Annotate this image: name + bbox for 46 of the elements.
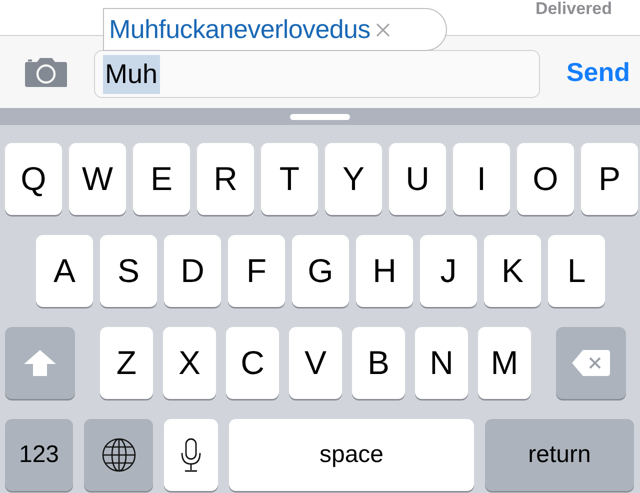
letter-key[interactable]: B (352, 327, 405, 399)
arrow-up-icon (23, 349, 57, 377)
letter-key[interactable]: G (292, 235, 349, 307)
letter-key[interactable]: J (420, 235, 477, 307)
letter-key[interactable]: H (356, 235, 413, 307)
letter-key[interactable]: M (478, 327, 531, 399)
globe-icon (102, 438, 136, 472)
message-text: Muh (103, 54, 160, 94)
letter-key[interactable]: A (36, 235, 93, 307)
drag-handle[interactable] (290, 114, 350, 120)
return-key[interactable]: return (485, 419, 634, 491)
microphone-icon (181, 438, 201, 472)
letter-key[interactable]: O (517, 143, 574, 215)
letter-key[interactable]: K (484, 235, 541, 307)
camera-icon[interactable] (24, 56, 68, 88)
letter-key[interactable]: F (228, 235, 285, 307)
autocorrect-bubble[interactable]: Muhfuckaneverlovedus (103, 8, 447, 51)
letter-key[interactable]: I (453, 143, 510, 215)
letter-key[interactable]: W (69, 143, 126, 215)
globe-key[interactable] (84, 419, 153, 491)
letter-key[interactable]: E (133, 143, 190, 215)
letter-key[interactable]: R (197, 143, 254, 215)
close-icon[interactable] (376, 22, 390, 36)
send-button[interactable]: Send (566, 56, 630, 88)
letter-key[interactable]: D (164, 235, 221, 307)
letter-key[interactable]: Q (5, 143, 62, 215)
letter-key[interactable]: T (261, 143, 318, 215)
delete-key[interactable] (556, 327, 626, 399)
letter-key[interactable]: Y (325, 143, 382, 215)
letter-key[interactable]: V (289, 327, 342, 399)
microphone-key[interactable] (164, 419, 218, 491)
letter-key[interactable]: L (548, 235, 605, 307)
letter-key[interactable]: N (415, 327, 468, 399)
letter-key[interactable]: C (226, 327, 279, 399)
letter-key[interactable]: P (581, 143, 638, 215)
space-key[interactable]: space (229, 419, 474, 491)
delete-icon (571, 349, 611, 377)
suggestion-text: Muhfuckaneverlovedus (109, 14, 370, 45)
letter-key[interactable]: U (389, 143, 446, 215)
letter-key[interactable]: Z (100, 327, 153, 399)
delivered-status: Delivered (535, 0, 612, 19)
message-field[interactable]: Muh (94, 50, 540, 98)
letter-key[interactable]: X (163, 327, 216, 399)
numbers-key[interactable]: 123 (5, 419, 73, 491)
letter-key[interactable]: S (100, 235, 157, 307)
shift-key[interactable] (5, 327, 75, 399)
